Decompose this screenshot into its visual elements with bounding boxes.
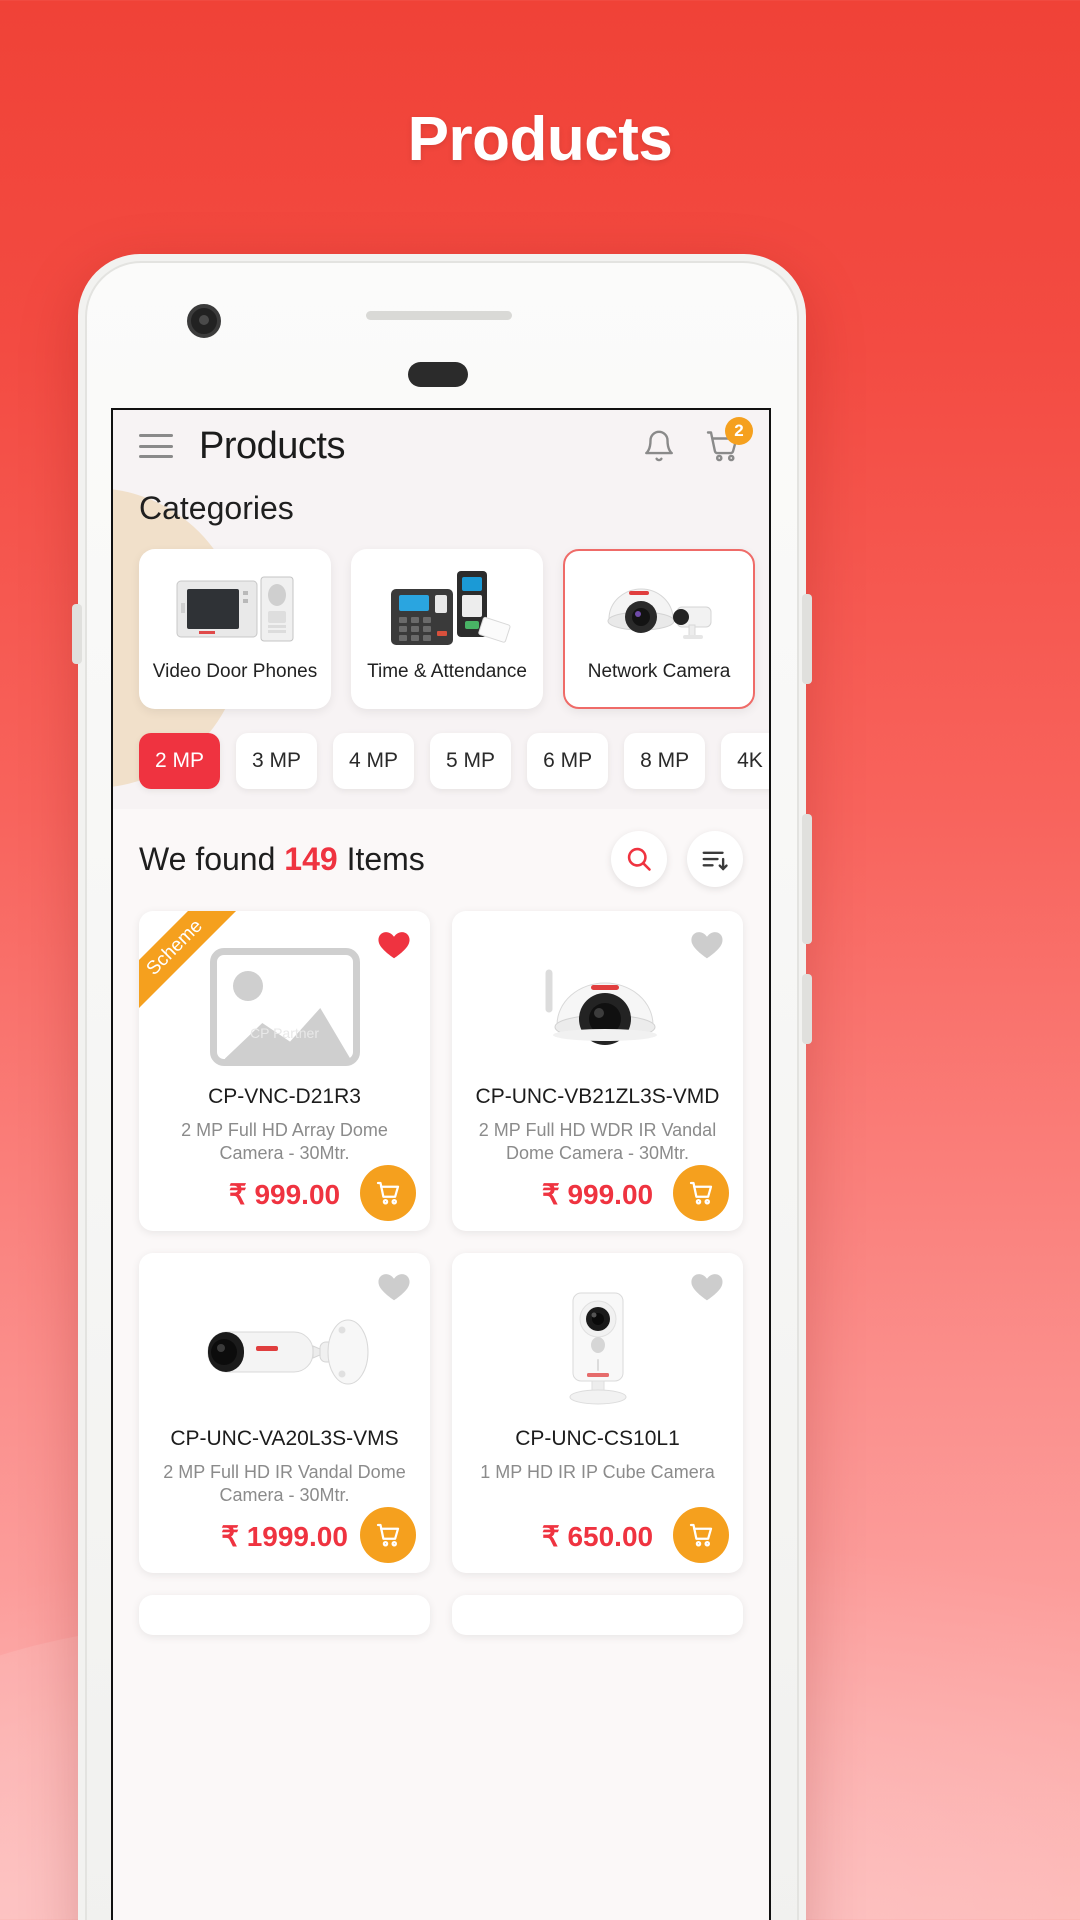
add-to-cart-button[interactable] bbox=[673, 1506, 729, 1563]
product-price-row: ₹ 1999.00 bbox=[153, 1506, 416, 1563]
product-card[interactable]: CP-UNC-CS10L1 1 MP HD IR IP Cube Camera … bbox=[452, 1252, 743, 1573]
product-description: 1 MP HD IR IP Cube Camera bbox=[480, 1461, 715, 1482]
video-door-phone-image bbox=[149, 565, 321, 653]
chip-4k-8mp[interactable]: 4K 8MP bbox=[721, 733, 769, 789]
product-card[interactable] bbox=[139, 1594, 430, 1635]
cart-badge: 2 bbox=[725, 417, 753, 445]
category-card-network-camera[interactable]: Network Camera bbox=[563, 549, 755, 709]
phone-button-right-3 bbox=[802, 974, 812, 1044]
results-count-number: 149 bbox=[284, 840, 338, 877]
category-label: Time & Attendance bbox=[367, 661, 527, 682]
hamburger-icon[interactable] bbox=[139, 434, 173, 458]
phone-button-right-1 bbox=[802, 594, 812, 684]
home-indicator bbox=[408, 362, 468, 387]
product-price-row: ₹ 650.00 bbox=[466, 1506, 729, 1563]
earpiece-speaker bbox=[366, 311, 512, 320]
favorite-icon-outline[interactable] bbox=[374, 1267, 414, 1310]
results-header: We found 149 Items bbox=[139, 831, 743, 887]
app-bar-title: Products bbox=[199, 424, 345, 467]
add-to-cart-button[interactable] bbox=[360, 1506, 416, 1563]
favorite-icon-outline[interactable] bbox=[687, 925, 727, 968]
product-card[interactable] bbox=[452, 1594, 743, 1635]
favorite-icon-filled[interactable] bbox=[374, 925, 414, 968]
front-camera-icon bbox=[187, 304, 221, 338]
results-prefix: We found bbox=[139, 840, 285, 877]
categories-title: Categories bbox=[139, 490, 294, 526]
favorite-icon-outline[interactable] bbox=[687, 1267, 727, 1310]
phone-button-right-2 bbox=[802, 814, 812, 944]
page-title: Products bbox=[407, 105, 673, 174]
product-name: CP-VNC-D21R3 bbox=[208, 1085, 361, 1108]
chip-8mp[interactable]: 8 MP bbox=[624, 733, 706, 789]
app-bar-actions: 2 bbox=[639, 417, 753, 466]
megapixel-filter-row[interactable]: 2 MP 3 MP 4 MP 5 MP 6 MP 8 MP 4K 8MP 4K … bbox=[113, 727, 769, 809]
product-grid: Scheme CP Partner CP-VNC-D21R3 2 MP Full… bbox=[139, 911, 743, 1635]
product-name: CP-UNC-VB21ZL3S-VMD bbox=[475, 1085, 720, 1108]
product-price: ₹ 650.00 bbox=[541, 1520, 654, 1552]
chip-6mp[interactable]: 6 MP bbox=[527, 733, 609, 789]
product-description: 2 MP Full HD Array Dome Camera - 30Mtr. bbox=[181, 1120, 388, 1164]
product-price: ₹ 999.00 bbox=[541, 1178, 654, 1210]
results-suffix: Items bbox=[337, 840, 425, 877]
search-icon[interactable] bbox=[611, 831, 667, 887]
product-price-row: ₹ 999.00 bbox=[153, 1164, 416, 1221]
app-bar: Products 2 bbox=[113, 410, 769, 482]
phone-mockup: Products 2 Categories Video Door Phones … bbox=[72, 254, 812, 1920]
product-name: CP-UNC-CS10L1 bbox=[515, 1426, 680, 1450]
results-count-text: We found 149 Items bbox=[139, 841, 425, 878]
add-to-cart-button[interactable] bbox=[673, 1164, 729, 1221]
bell-icon[interactable] bbox=[639, 426, 679, 466]
time-attendance-image bbox=[361, 565, 533, 653]
category-label: Network Camera bbox=[587, 661, 731, 682]
categories-scroller[interactable]: Video Door Phones Time & Attendance Netw… bbox=[113, 545, 769, 727]
category-card-video-door-phones[interactable]: Video Door Phones bbox=[139, 549, 331, 709]
category-card-time-attendance[interactable]: Time & Attendance bbox=[351, 549, 543, 709]
product-name: CP-UNC-VA20L3S-VMS bbox=[170, 1426, 399, 1450]
results-section: We found 149 Items Scheme CP Partner CP-… bbox=[113, 809, 769, 1920]
product-description: 2 MP Full HD WDR IR Vandal Dome Camera -… bbox=[478, 1120, 717, 1164]
product-price: ₹ 1999.00 bbox=[221, 1520, 348, 1552]
chip-3mp[interactable]: 3 MP bbox=[236, 733, 318, 789]
app-screen: Products 2 Categories Video Door Phones … bbox=[111, 408, 771, 1920]
phone-button-left bbox=[72, 604, 82, 664]
product-description: 2 MP Full HD IR Vandal Dome Camera - 30M… bbox=[163, 1461, 406, 1506]
network-camera-image bbox=[573, 565, 745, 653]
product-price-row: ₹ 999.00 bbox=[466, 1164, 729, 1221]
chip-2mp[interactable]: 2 MP bbox=[139, 733, 221, 789]
product-card[interactable]: CP-UNC-VA20L3S-VMS 2 MP Full HD IR Vanda… bbox=[139, 1252, 430, 1573]
chip-4mp[interactable]: 4 MP bbox=[333, 733, 415, 789]
results-tools bbox=[611, 831, 743, 887]
product-card[interactable]: CP-UNC-VB21ZL3S-VMD 2 MP Full HD WDR IR … bbox=[452, 911, 743, 1231]
product-card[interactable]: Scheme CP Partner CP-VNC-D21R3 2 MP Full… bbox=[139, 911, 430, 1231]
categories-section: Categories Video Door Phones Time & Atte… bbox=[113, 482, 769, 727]
product-price: ₹ 999.00 bbox=[228, 1178, 341, 1210]
sort-icon[interactable] bbox=[687, 831, 743, 887]
chip-5mp[interactable]: 5 MP bbox=[430, 733, 512, 789]
category-label: Video Door Phones bbox=[152, 661, 318, 682]
add-to-cart-button[interactable] bbox=[360, 1164, 416, 1221]
image-watermark: CP Partner bbox=[250, 1025, 319, 1041]
cart-icon[interactable]: 2 bbox=[703, 417, 753, 466]
